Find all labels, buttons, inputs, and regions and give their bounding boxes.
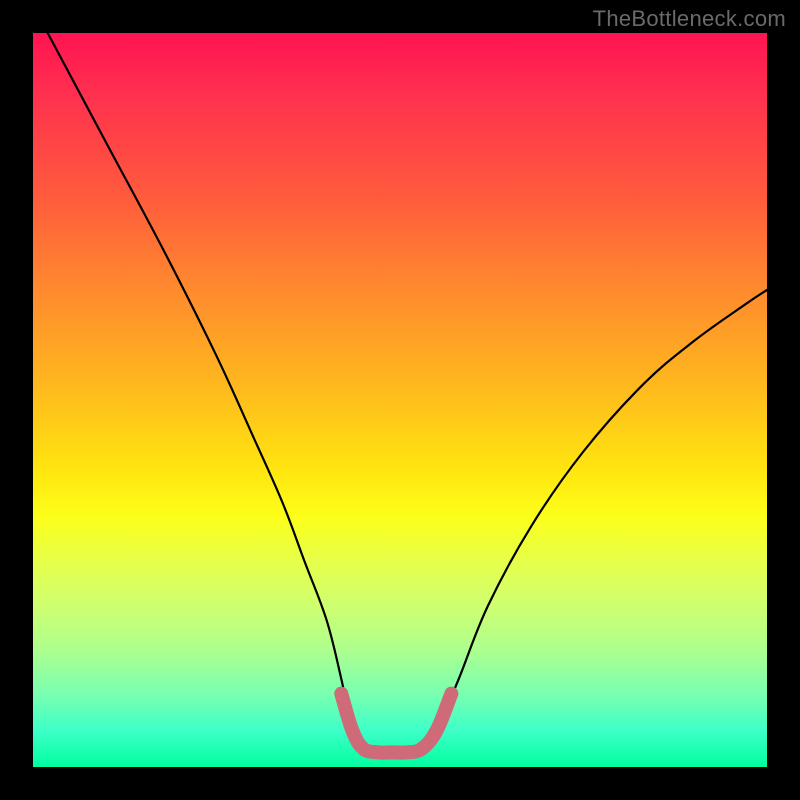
trough-highlight — [341, 694, 451, 753]
chart-frame: TheBottleneck.com — [0, 0, 800, 800]
watermark-text: TheBottleneck.com — [593, 6, 786, 32]
plot-area — [33, 33, 767, 767]
curve-svg — [33, 33, 767, 767]
bottleneck-curve — [48, 33, 767, 756]
